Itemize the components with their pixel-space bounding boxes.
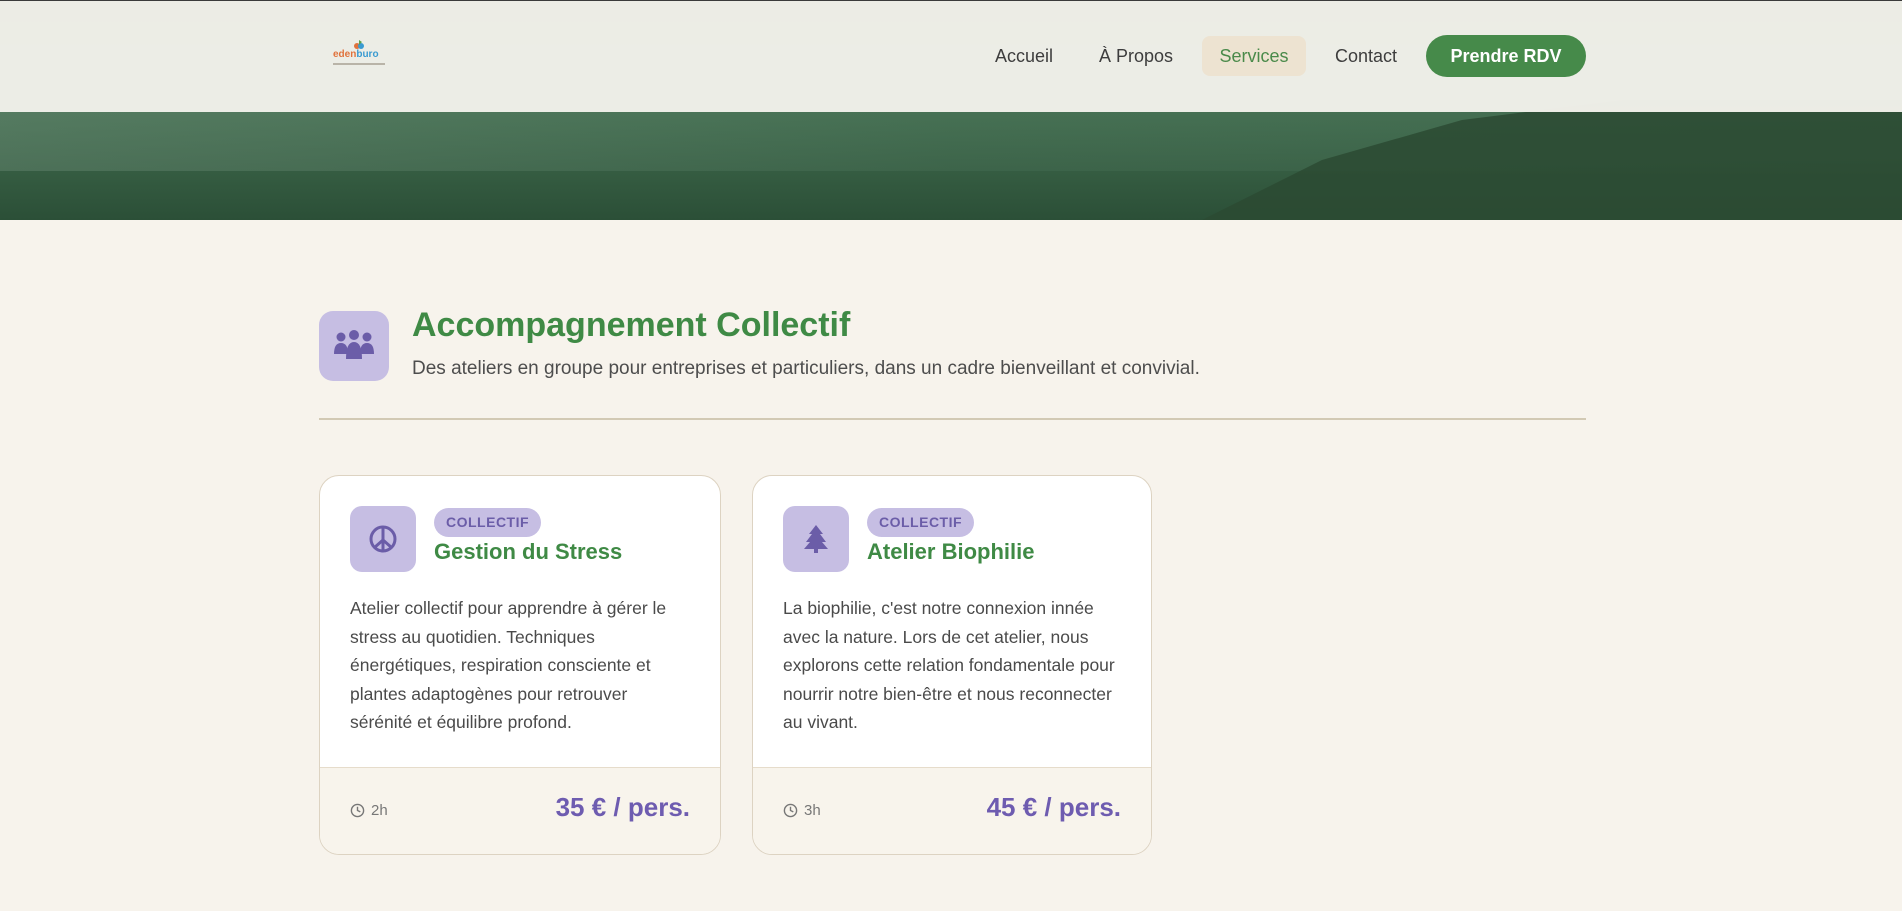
card-footer: 2h 35 € / pers. <box>320 767 720 854</box>
nav-item-services[interactable]: Services <box>1202 36 1306 76</box>
header-bar <box>0 1 1902 112</box>
tree-icon <box>783 506 849 572</box>
duration: 3h <box>783 802 821 819</box>
clock-icon <box>350 803 365 818</box>
hero-banner <box>0 0 1902 220</box>
card-title: Atelier Biophilie <box>867 539 1035 564</box>
duration-value: 3h <box>804 802 821 819</box>
category-badge: COLLECTIF <box>434 508 542 537</box>
price: 45 € / pers. <box>986 792 1121 822</box>
section-divider <box>319 418 1586 420</box>
site-logo[interactable]: edenburo <box>333 40 385 70</box>
logo-tagline <box>333 63 385 65</box>
nav-item-a-propos[interactable]: À Propos <box>1090 36 1182 76</box>
card-description: La biophilie, c'est notre connexion inné… <box>783 598 1115 732</box>
card-description: Atelier collectif pour apprendre à gérer… <box>350 598 667 732</box>
nav-item-accueil[interactable]: Accueil <box>978 36 1070 76</box>
book-appointment-button[interactable]: Prendre RDV <box>1426 35 1586 77</box>
duration-value: 2h <box>371 802 388 819</box>
logo-eden: eden <box>333 49 357 60</box>
nav-item-contact[interactable]: Contact <box>1325 36 1407 76</box>
group-people-icon <box>319 311 389 381</box>
card-footer: 3h 45 € / pers. <box>753 767 1151 854</box>
duration: 2h <box>350 802 388 819</box>
logo-wordmark: edenburo <box>333 50 379 60</box>
card-title: Gestion du Stress <box>434 539 623 564</box>
clock-icon <box>783 803 798 818</box>
mountain-silhouette <box>1202 100 1902 220</box>
category-badge: COLLECTIF <box>867 508 975 537</box>
section-title: Accompagnement Collectif <box>412 306 851 344</box>
logo-buro: buro <box>356 49 379 60</box>
price: 35 € / pers. <box>555 792 690 822</box>
service-card-gestion-du-stress[interactable]: COLLECTIF Gestion du Stress Atelier coll… <box>319 475 721 855</box>
peace-icon <box>350 506 416 572</box>
service-card-atelier-biophilie[interactable]: COLLECTIF Atelier Biophilie La biophilie… <box>752 475 1152 855</box>
section-subtitle: Des ateliers en groupe pour entreprises … <box>412 358 1200 379</box>
